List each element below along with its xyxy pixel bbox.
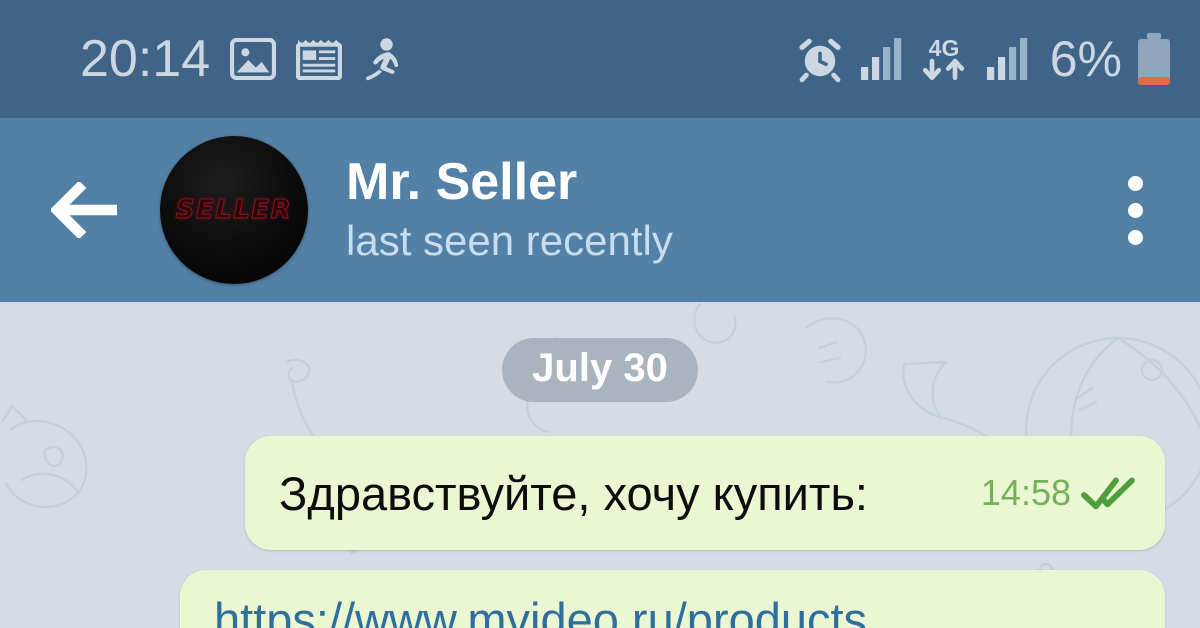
message-text: Здравствуйте, хочу купить: bbox=[279, 466, 868, 520]
double-check-icon bbox=[1081, 477, 1135, 510]
back-arrow-icon bbox=[51, 182, 117, 238]
chat-message-area[interactable]: July 30 Здравствуйте, хочу купить: 14:58… bbox=[0, 302, 1200, 628]
battery-icon bbox=[1138, 33, 1170, 85]
chat-status-subtitle: last seen recently bbox=[346, 216, 673, 264]
more-vertical-icon-dot-1 bbox=[1127, 175, 1143, 191]
status-bar: 20:14 4G 6% bbox=[0, 0, 1200, 118]
svg-text:4G: 4G bbox=[928, 35, 959, 61]
chat-header: SELLER Mr. Seller last seen recently bbox=[0, 118, 1200, 302]
status-bar-left: 20:14 bbox=[80, 33, 402, 85]
status-bar-right: 4G 6% bbox=[796, 33, 1172, 85]
more-options-button[interactable] bbox=[1100, 160, 1170, 260]
telegram-chat-screen: 20:14 4G 6% SELLER Mr. Seller last seen … bbox=[0, 0, 1200, 628]
news-icon bbox=[296, 39, 343, 80]
avatar[interactable]: SELLER bbox=[160, 136, 308, 284]
more-vertical-icon-dot-2 bbox=[1127, 202, 1143, 218]
running-person-icon bbox=[366, 38, 399, 81]
signal-bars-2-icon bbox=[986, 38, 1027, 80]
4g-data-icon: 4G bbox=[922, 35, 964, 81]
battery-percent-label: 6% bbox=[1049, 31, 1122, 87]
message-bubble-outgoing-link[interactable]: https://www.mvideo.ru/products bbox=[180, 570, 1165, 628]
image-icon bbox=[230, 38, 277, 80]
avatar-label: SELLER bbox=[175, 195, 293, 226]
message-bubble-outgoing[interactable]: Здравствуйте, хочу купить: 14:58 bbox=[245, 436, 1165, 550]
back-button[interactable] bbox=[48, 172, 124, 248]
alarm-clock-icon bbox=[799, 38, 841, 83]
date-badge[interactable]: July 30 bbox=[502, 338, 698, 402]
chat-header-titles[interactable]: Mr. Seller last seen recently bbox=[346, 154, 673, 267]
more-vertical-icon-dot-3 bbox=[1127, 229, 1143, 245]
date-separator-row: July 30 bbox=[0, 338, 1200, 402]
status-clock: 20:14 bbox=[80, 30, 211, 88]
page-title: Mr. Seller bbox=[346, 152, 578, 211]
signal-bars-icon bbox=[860, 38, 901, 80]
message-link[interactable]: https://www.mvideo.ru/products bbox=[214, 596, 1131, 628]
message-meta: 14:58 bbox=[963, 475, 1137, 511]
message-timestamp: 14:58 bbox=[980, 472, 1071, 513]
